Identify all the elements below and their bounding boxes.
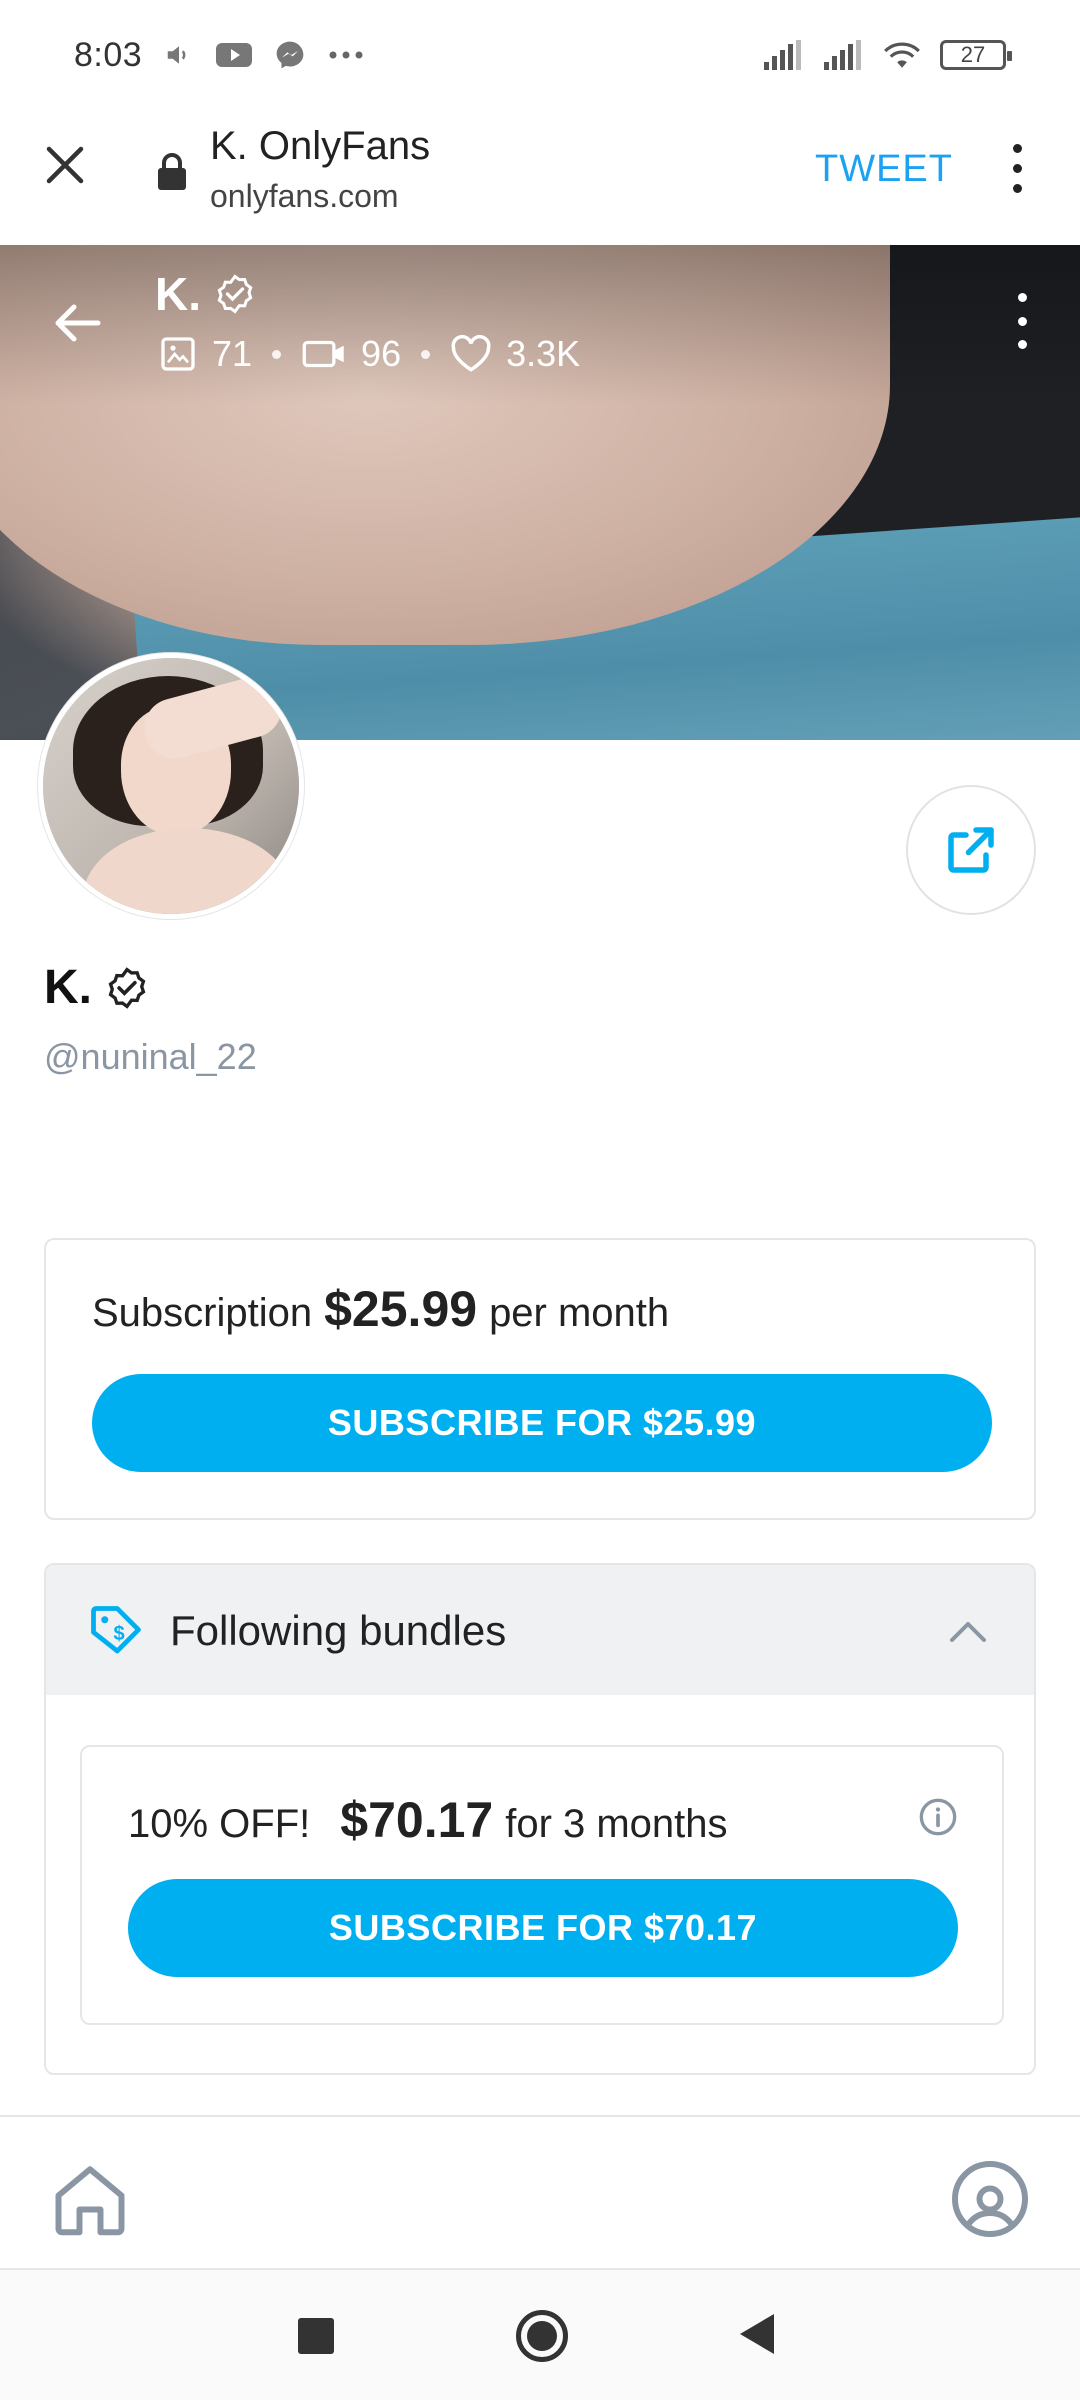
more-dots-icon: [329, 51, 363, 59]
home-button[interactable]: [516, 2310, 568, 2362]
recents-button[interactable]: [298, 2318, 334, 2354]
stat-separator: [272, 349, 282, 359]
profile-name-text: K.: [44, 961, 92, 1014]
close-button[interactable]: [40, 140, 90, 190]
close-icon: [46, 146, 84, 184]
home-icon[interactable]: [48, 2157, 132, 2241]
subscribe-bundle-button[interactable]: SUBSCRIBE FOR $70.17: [128, 1879, 958, 1977]
profile-name: K.: [44, 960, 148, 1015]
cover-stats: 71 96 3.3K: [158, 333, 580, 375]
menu-dot: [1012, 163, 1022, 173]
share-button[interactable]: [906, 785, 1036, 915]
video-icon: [302, 340, 344, 368]
system-navigation-bar: [0, 2270, 1080, 2400]
lock-icon: [158, 153, 186, 190]
wifi-icon: [884, 42, 920, 68]
likes-count: 3.3K: [506, 333, 581, 374]
bundle-discount: 10% OFF!: [128, 1802, 311, 1846]
back-arrow-icon[interactable]: [50, 295, 106, 351]
speaker-icon: [167, 46, 186, 64]
videos-count: 96: [361, 333, 402, 374]
bundle-price: $70.17: [340, 1792, 494, 1848]
svg-text:$: $: [113, 1623, 124, 1645]
home-button-dot: [527, 2321, 557, 2351]
battery-icon: 27: [940, 40, 1012, 70]
menu-dot: [1012, 183, 1022, 193]
stat-separator: [421, 349, 431, 359]
subscription-period: per month: [489, 1291, 670, 1335]
subscription-label: Subscription: [92, 1291, 313, 1335]
avatar[interactable]: [38, 653, 304, 919]
messenger-icon: [276, 41, 304, 69]
verified-badge-icon: [217, 274, 253, 314]
youtube-icon: [216, 43, 253, 67]
menu-dot: [1012, 143, 1022, 153]
subscription-card: Subscription $25.99 per month SUBSCRIBE …: [44, 1238, 1036, 1520]
status-left: 8:03: [74, 36, 364, 75]
menu-dot: [1017, 316, 1027, 326]
status-bar: 8:03 27: [0, 0, 1080, 110]
chevron-up-icon: [950, 1622, 986, 1642]
browser-url: onlyfans.com: [210, 178, 399, 214]
cover-profile-name: K.: [155, 267, 255, 321]
menu-dot: [1017, 340, 1027, 349]
image-icon: [161, 337, 195, 371]
status-right: 27: [762, 39, 1012, 71]
cover-name-text: K.: [155, 268, 201, 320]
bundle-card: 10% OFF! $70.17 for 3 months SUBSCRIBE F…: [80, 1745, 1004, 2025]
bundle-price-line: 10% OFF! $70.17 for 3 months: [128, 1791, 728, 1849]
profile-icon[interactable]: [948, 2157, 1032, 2241]
back-button[interactable]: [740, 2314, 774, 2354]
verified-badge-icon: [108, 966, 146, 1009]
subscribe-button[interactable]: SUBSCRIBE FOR $25.99: [92, 1374, 992, 1472]
info-icon[interactable]: [918, 1797, 958, 1837]
status-notification-icons: [164, 39, 364, 71]
signal-icon: [824, 40, 861, 70]
price-tag-icon: $: [91, 1606, 141, 1654]
signal-icon: [764, 40, 801, 70]
bundles-header[interactable]: $ Following bundles: [46, 1565, 1034, 1695]
browser-bar: K. OnlyFans onlyfans.com TWEET: [0, 110, 1080, 245]
cover-more-button[interactable]: [1012, 293, 1032, 349]
battery-level: 27: [960, 42, 986, 67]
photos-count: 71: [212, 333, 253, 374]
bundles-title: Following bundles: [170, 1607, 507, 1654]
subscription-price: $25.99: [324, 1281, 478, 1337]
heart-icon: [451, 334, 491, 372]
tweet-button[interactable]: TWEET: [815, 148, 953, 191]
profile-handle: @nuninal_22: [44, 1036, 257, 1077]
status-time: 8:03: [74, 35, 143, 74]
browser-menu-button[interactable]: [995, 138, 1039, 198]
share-icon: [948, 827, 994, 873]
bundles-section: $ Following bundles 10% OFF! $70.17 for …: [44, 1563, 1036, 2075]
subscription-price-line: Subscription $25.99 per month: [92, 1280, 669, 1338]
bundle-period: for 3 months: [505, 1802, 728, 1846]
menu-dot: [1017, 293, 1027, 302]
browser-page-title: K. OnlyFans: [210, 124, 431, 168]
bottom-navigation: [0, 2115, 1080, 2270]
